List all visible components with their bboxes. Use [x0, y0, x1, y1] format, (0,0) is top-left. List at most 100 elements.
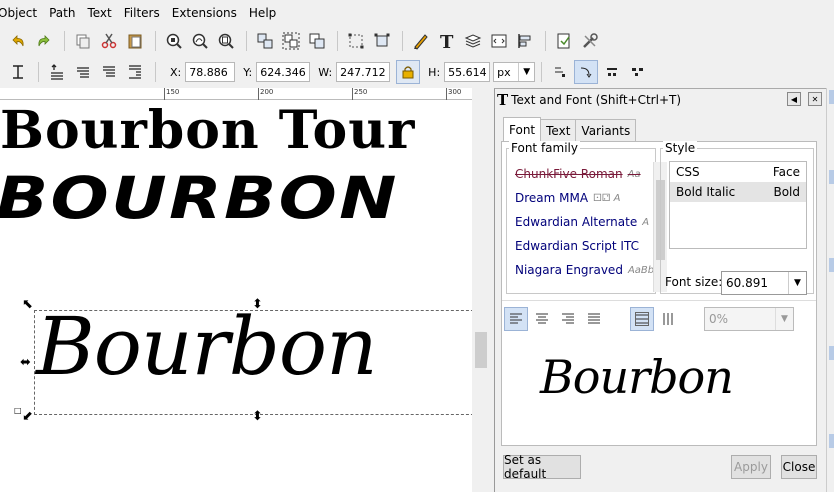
zoom-selection-icon[interactable]	[162, 29, 186, 53]
lower-to-bottom-icon[interactable]	[123, 60, 147, 84]
font-sample: AaBb	[627, 264, 653, 276]
font-list-item[interactable]: Niagara Engraved AaBb	[509, 258, 653, 282]
font-size-combo[interactable]: 60.891 ▼	[721, 271, 807, 295]
clone-icon[interactable]	[305, 29, 329, 53]
menu-filters[interactable]: Filters	[118, 0, 166, 26]
set-default-button[interactable]: Set as default	[503, 453, 581, 481]
dock-tab-marker[interactable]	[829, 258, 834, 272]
w-input[interactable]: 247.712	[336, 62, 391, 82]
toolbar-separator	[541, 62, 543, 82]
scale-stroke-icon[interactable]	[548, 60, 572, 84]
tab-variants[interactable]: Variants	[575, 119, 637, 141]
rotate-icon[interactable]	[6, 60, 30, 84]
document-properties-icon[interactable]	[552, 29, 576, 53]
toolbar-separator	[155, 31, 156, 51]
tab-text[interactable]: Text	[540, 119, 577, 141]
dock-tab-marker[interactable]	[829, 90, 834, 104]
close-icon[interactable]: ✕	[808, 92, 822, 106]
font-list-item[interactable]: Edwardian Script ITC	[509, 234, 653, 258]
menu-extensions[interactable]: Extensions	[166, 0, 243, 26]
canvas-text-line1[interactable]: Bourbon Tour	[0, 100, 415, 161]
align-icon[interactable]	[513, 29, 537, 53]
transform-gradients-icon[interactable]	[600, 60, 624, 84]
drawing-canvas[interactable]: Bourbon Tour BOURBON Bourbon ⬉ ⬍ ⬌ ⬍ ⬋ □	[0, 100, 472, 492]
xml-editor-icon[interactable]	[487, 29, 511, 53]
raise-icon[interactable]	[71, 60, 95, 84]
toolbar-separator	[155, 62, 156, 82]
redo-icon[interactable]	[32, 29, 56, 53]
transform-patterns-icon[interactable]	[626, 60, 650, 84]
scale-corners-icon[interactable]	[574, 60, 599, 84]
font-list-item[interactable]: ChunkFive Roman Aa	[509, 162, 653, 186]
canvas-script-text[interactable]: Bourbon	[36, 300, 378, 393]
transform-icon[interactable]	[370, 29, 394, 53]
align-right-button[interactable]	[556, 307, 580, 331]
menu-path[interactable]: Path	[43, 0, 81, 26]
font-preview: Bourbon	[540, 350, 734, 404]
style-list[interactable]: CSS Face Bold Italic Bold	[669, 161, 807, 249]
style-list-item[interactable]: Bold Italic Bold	[670, 182, 806, 202]
text-font-icon[interactable]: T	[435, 29, 459, 53]
font-list-item[interactable]: Edwardian Alternate A	[509, 210, 653, 234]
menu-text[interactable]: Text	[81, 0, 117, 26]
font-sample: Aa	[627, 168, 641, 180]
ruler-label: 300	[448, 88, 462, 96]
scale-handle-top-icon[interactable]: ⬍	[252, 298, 263, 311]
line-spacing-combo[interactable]: 0% ▼	[704, 307, 794, 331]
align-left-button[interactable]	[504, 307, 528, 331]
close-button[interactable]: Close	[781, 455, 817, 479]
scale-handle-top-left-icon[interactable]: ⬉	[22, 298, 33, 311]
ungroup-icon[interactable]	[279, 29, 303, 53]
preferences-icon[interactable]	[578, 29, 602, 53]
scale-handle-left-icon[interactable]: ⬌	[20, 356, 31, 369]
toolbar-separator	[246, 31, 247, 51]
x-input[interactable]: 78.886	[185, 62, 236, 82]
font-family-list[interactable]: ChunkFive Roman Aa Dream MMA ⚀⚁ A Edwardia…	[509, 162, 653, 292]
align-center-button[interactable]	[530, 307, 554, 331]
tab-font[interactable]: Font	[503, 117, 542, 141]
dock-tab-marker[interactable]	[829, 434, 834, 448]
undo-icon[interactable]	[6, 29, 30, 53]
scale-handle-bottom-icon[interactable]: ⬍	[252, 410, 263, 423]
toolbar-separator	[402, 31, 403, 51]
scroll-thumb[interactable]	[475, 332, 487, 368]
zoom-drawing-icon[interactable]	[188, 29, 212, 53]
lock-ratio-button[interactable]	[396, 60, 421, 84]
raise-to-top-icon[interactable]	[45, 60, 69, 84]
y-input[interactable]: 624.346	[256, 62, 311, 82]
dock-toggle-icon[interactable]: ◀	[787, 92, 801, 106]
menu-help[interactable]: Help	[243, 0, 282, 26]
dock-tab-marker[interactable]	[829, 346, 834, 360]
horizontal-text-button[interactable]	[630, 307, 654, 331]
style-group: Style CSS Face Bold Italic Bold Font siz…	[660, 141, 814, 295]
font-list-item[interactable]: Dream MMA ⚀⚁ A	[509, 186, 653, 210]
dock-strip	[826, 88, 834, 492]
ruler-tick	[258, 88, 259, 100]
canvas-text-line2[interactable]: BOURBON	[0, 164, 399, 232]
toolbar-separator	[337, 31, 338, 51]
align-justify-button[interactable]	[582, 307, 606, 331]
zoom-page-icon[interactable]	[214, 29, 238, 53]
text-tool-icon: T	[497, 91, 509, 109]
unit-select[interactable]: px ▼	[493, 62, 536, 82]
font-sample: A	[642, 216, 650, 228]
style-header: CSS Face	[670, 162, 806, 182]
vertical-scrollbar[interactable]	[472, 88, 492, 492]
fill-stroke-icon[interactable]	[409, 29, 433, 53]
scale-handle-bottom-left-icon[interactable]: ⬋	[22, 410, 33, 423]
cut-icon[interactable]	[97, 29, 121, 53]
font-name: Edwardian Alternate	[515, 215, 638, 229]
layers-icon[interactable]	[461, 29, 485, 53]
font-name: Niagara Engraved	[515, 263, 623, 277]
apply-button[interactable]: Apply	[731, 455, 771, 479]
node-select-icon[interactable]	[344, 29, 368, 53]
dock-tab-marker[interactable]	[829, 170, 834, 184]
paste-icon[interactable]	[123, 29, 147, 53]
lower-icon[interactable]	[97, 60, 121, 84]
vertical-text-button[interactable]	[656, 307, 680, 331]
group-icon[interactable]	[253, 29, 277, 53]
menu-object[interactable]: Object	[0, 0, 43, 26]
h-input[interactable]: 55.614	[444, 62, 491, 82]
commands-toolbar: T	[0, 26, 834, 56]
duplicate-icon[interactable]	[71, 29, 95, 53]
